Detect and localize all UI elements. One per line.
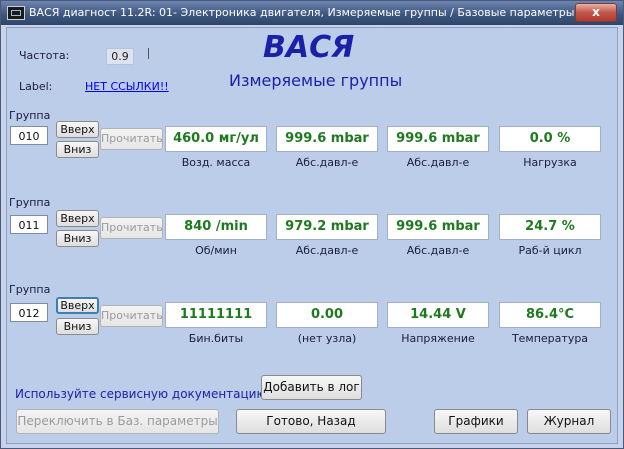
group-2-value-3: 999.6 mbar xyxy=(387,214,489,240)
graphs-button[interactable]: Графики xyxy=(434,409,518,434)
group-2-caption-2: Абс.давл-е xyxy=(295,244,359,257)
group-3-caption-3: Напряжение xyxy=(401,332,475,345)
title-bar[interactable]: ВАСЯ диагност 11.2R: 01- Электроника дви… xyxy=(1,1,623,25)
group-2-read-button[interactable]: Прочитать xyxy=(100,217,163,239)
page-subtitle: Измеряемые группы xyxy=(229,71,403,90)
done-back-button[interactable]: Готово, Назад xyxy=(236,409,386,434)
group-2-value-2: 979.2 mbar xyxy=(276,214,378,240)
app-icon xyxy=(7,6,25,20)
group-1-caption-2: Абс.давл-е xyxy=(295,156,359,169)
group-1-value-2: 999.6 mbar xyxy=(276,126,378,152)
group-3-value-3: 14.44 V xyxy=(387,302,489,328)
group-1-value-3: 999.6 mbar xyxy=(387,126,489,152)
client-area: Частота: 0.9 Label: НЕТ ССЫЛКИ!! ВАСЯ Из… xyxy=(6,27,618,444)
group-2-caption-1: Об/мин xyxy=(195,244,237,257)
journal-button[interactable]: Журнал xyxy=(527,409,611,434)
group-3-caption-4: Температура xyxy=(511,332,589,345)
group-number-2[interactable]: 011 xyxy=(10,215,48,234)
group-3-value-1: 11111111 xyxy=(165,302,267,328)
group-3-value-2: 0.00 xyxy=(276,302,378,328)
group-1-caption-4: Нагрузка xyxy=(523,156,577,169)
main-window: ВАСЯ диагност 11.2R: 01- Электроника дви… xyxy=(0,0,624,449)
app-logo-title: ВАСЯ xyxy=(263,30,355,65)
group-2-value-4: 24.7 % xyxy=(499,214,601,240)
group-1-value-1: 460.0 мг/ул xyxy=(165,126,267,152)
group-1-caption-1: Возд. масса xyxy=(181,156,251,169)
group-3-read-button[interactable]: Прочитать xyxy=(100,305,163,327)
service-doc-note: Используйте сервисную документацию! xyxy=(15,387,272,401)
close-button[interactable]: x xyxy=(575,3,617,22)
group-number-3[interactable]: 012 xyxy=(10,303,48,322)
group-1-caption-3: Абс.давл-е xyxy=(406,156,470,169)
group-3-caption-2: (нет узла) xyxy=(297,332,357,345)
group-2-down-button[interactable]: Вниз xyxy=(56,230,99,247)
group-3-caption-1: Бин.биты xyxy=(188,332,244,345)
label-link[interactable]: НЕТ ССЫЛКИ!! xyxy=(85,80,169,93)
group-2-value-1: 840 /min xyxy=(165,214,267,240)
group-2-caption-4: Раб-й цикл xyxy=(518,244,582,257)
group-1-down-button[interactable]: Вниз xyxy=(56,141,99,158)
switch-basic-params-button[interactable]: Переключить в Баз. параметры xyxy=(16,409,219,434)
frequency-indicator xyxy=(148,48,149,59)
group-3-down-button[interactable]: Вниз xyxy=(56,318,99,335)
add-to-log-button[interactable]: Добавить в лог xyxy=(261,375,362,400)
group-2-caption-3: Абс.давл-е xyxy=(406,244,470,257)
group-label-2: Группа xyxy=(9,196,51,209)
frequency-value: 0.9 xyxy=(106,48,134,65)
window-title: ВАСЯ диагност 11.2R: 01- Электроника дви… xyxy=(29,6,575,19)
label-caption: Label: xyxy=(19,80,53,93)
group-3-value-4: 86.4°C xyxy=(499,302,601,328)
group-2-up-button[interactable]: Вверх xyxy=(56,210,99,227)
group-label-1: Группа xyxy=(9,109,51,122)
group-1-value-4: 0.0 % xyxy=(499,126,601,152)
group-3-up-button[interactable]: Вверх xyxy=(56,297,99,314)
group-1-up-button[interactable]: Вверх xyxy=(56,121,99,138)
group-label-3: Группа xyxy=(9,283,51,296)
frequency-label: Частота: xyxy=(19,49,70,62)
group-number-1[interactable]: 010 xyxy=(10,126,48,145)
group-1-read-button[interactable]: Прочитать xyxy=(100,128,163,150)
